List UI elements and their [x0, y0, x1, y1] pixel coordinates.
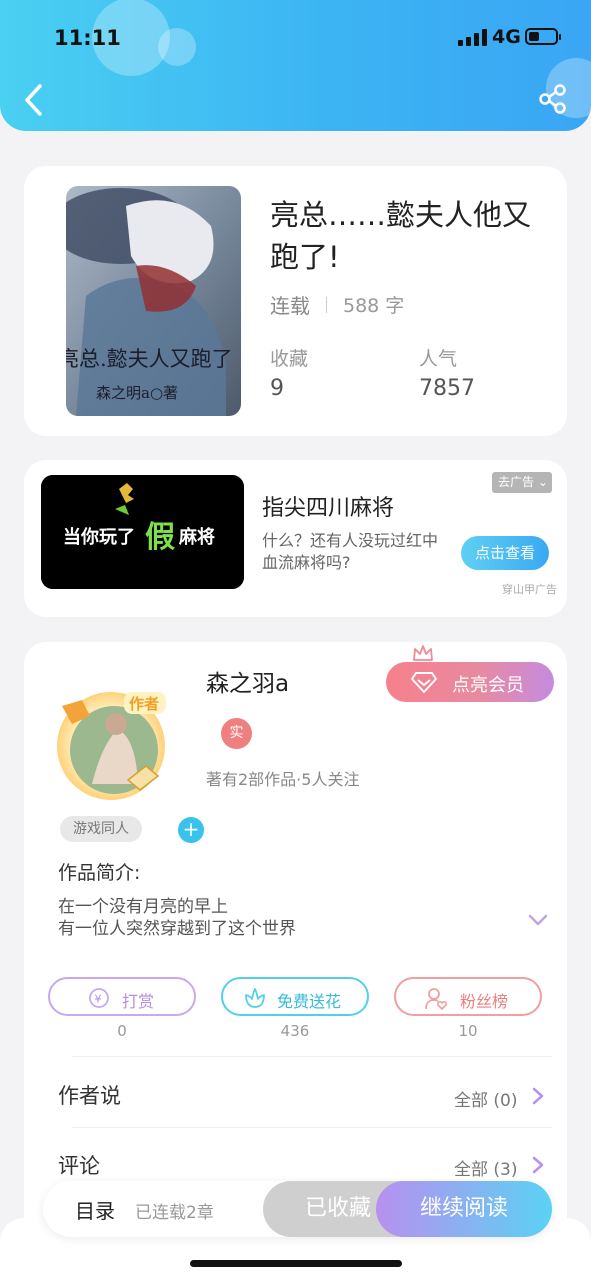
- remove-ad-button[interactable]: 去广告 ⌄: [492, 472, 552, 493]
- flower-icon: [245, 988, 265, 1008]
- book-info-card: 亮总.懿夫人又跑了 森之明a○著 亮总……懿夫人他又跑了! 连载 588 字 收…: [24, 166, 567, 436]
- fan-ranking-button[interactable]: 粉丝榜: [394, 977, 542, 1016]
- flower-count: 436: [280, 1022, 310, 1040]
- fan-ranking-label: 粉丝榜: [460, 992, 509, 1011]
- bottom-action-bar: 目录 已连载2章 已收藏 继续阅读: [43, 1181, 552, 1237]
- stat-label-favorites: 收藏: [270, 348, 309, 370]
- yen-coin-icon: ¥: [89, 988, 109, 1008]
- vip-button[interactable]: 点亮会员: [386, 662, 554, 702]
- author-says-label: 作者说: [58, 1084, 121, 1108]
- divider: [326, 296, 327, 313]
- ad-image[interactable]: 当你玩了 假 麻将: [41, 475, 244, 589]
- cover-title-text: 亮总.懿夫人又跑了: [66, 347, 233, 371]
- genre-tag[interactable]: 游戏同人: [60, 816, 142, 842]
- author-card: 作者 森之羽a 点亮会员 实 著有2部作品·5人关注 游戏同人 + 作品简介: …: [24, 642, 567, 1262]
- fan-count: 10: [458, 1022, 478, 1040]
- ad-image-text-3: 麻将: [178, 526, 215, 548]
- intro-line: 有一位人突然穿越到了这个世界: [58, 919, 296, 939]
- home-indicator: [190, 1260, 402, 1267]
- table-of-contents-button[interactable]: 目录: [75, 1195, 115, 1224]
- serial-status: 连载: [270, 294, 310, 318]
- intro-line: 在一个没有月亮的早上: [58, 897, 228, 917]
- ad-description: 什么？还有人没玩过红中血流麻将吗?: [262, 531, 439, 572]
- decor-bubble: [158, 28, 196, 66]
- divider: [72, 1127, 552, 1128]
- fan-user-icon: [425, 988, 448, 1011]
- ad-view-button[interactable]: 点击查看: [461, 536, 549, 570]
- divider: [72, 1056, 552, 1057]
- top-header: 11:11 4G: [0, 0, 591, 131]
- verified-badge: 实: [221, 718, 252, 749]
- ad-image-text-1: 当你玩了: [63, 526, 135, 548]
- cover-author-text: 森之明a○著: [96, 384, 178, 402]
- book-title: 亮总……懿夫人他又跑了!: [270, 198, 532, 274]
- tip-count: 0: [117, 1022, 127, 1040]
- word-count: 588 字: [343, 295, 405, 317]
- chevron-right-icon[interactable]: [531, 1086, 545, 1110]
- intro-label: 作品简介:: [58, 862, 141, 884]
- continue-reading-button[interactable]: 继续阅读: [376, 1181, 552, 1237]
- book-cover[interactable]: 亮总.懿夫人又跑了 森之明a○著: [66, 186, 241, 416]
- comments-label: 评论: [58, 1154, 100, 1178]
- ad-image-text-2: 假: [145, 520, 175, 555]
- author-name[interactable]: 森之羽a: [206, 664, 289, 698]
- tip-button[interactable]: ¥ 打赏: [48, 977, 196, 1016]
- chevron-left-icon[interactable]: [18, 80, 52, 120]
- avatar[interactable]: 作者: [52, 684, 170, 802]
- add-tag-button[interactable]: +: [178, 817, 204, 843]
- send-flower-button[interactable]: 免费送花: [221, 977, 369, 1016]
- stat-label-popularity: 人气: [419, 348, 458, 370]
- remove-ad-label: 去广告: [498, 475, 535, 489]
- vip-button-label: 点亮会员: [452, 675, 524, 696]
- author-says-all-link[interactable]: 全部 (0): [454, 1086, 517, 1111]
- network-type: 4G: [492, 26, 521, 48]
- send-flower-label: 免费送花: [277, 992, 342, 1011]
- author-meta: 著有2部作品·5人关注: [206, 770, 360, 789]
- diamond-icon: [411, 672, 437, 693]
- tip-label: 打赏: [122, 992, 155, 1011]
- battery-icon: [525, 28, 561, 45]
- intro-text: 在一个没有月亮的早上 有一位人突然穿越到了这个世界: [58, 896, 296, 940]
- ad-title: 指尖四川麻将: [262, 496, 395, 521]
- avatar-badge-text: 作者: [129, 695, 159, 713]
- svg-text:¥: ¥: [95, 993, 102, 1006]
- ad-source: 穿山甲广告: [502, 583, 557, 596]
- share-icon[interactable]: [536, 82, 570, 116]
- chapter-status: 已连载2章: [135, 1203, 214, 1223]
- comments-all-link[interactable]: 全部 (3): [454, 1155, 517, 1180]
- stat-value-popularity: 7857: [419, 376, 475, 401]
- book-meta: 连载 588 字: [270, 290, 404, 319]
- signal-icon: [458, 28, 487, 46]
- stat-value-favorites: 9: [270, 376, 284, 401]
- chevron-down-icon[interactable]: [528, 912, 548, 931]
- ad-card[interactable]: 当你玩了 假 麻将 去广告 ⌄ 指尖四川麻将 什么？还有人没玩过红中血流麻将吗?…: [24, 460, 567, 617]
- chevron-right-icon[interactable]: [531, 1155, 545, 1179]
- status-time: 11:11: [54, 26, 121, 50]
